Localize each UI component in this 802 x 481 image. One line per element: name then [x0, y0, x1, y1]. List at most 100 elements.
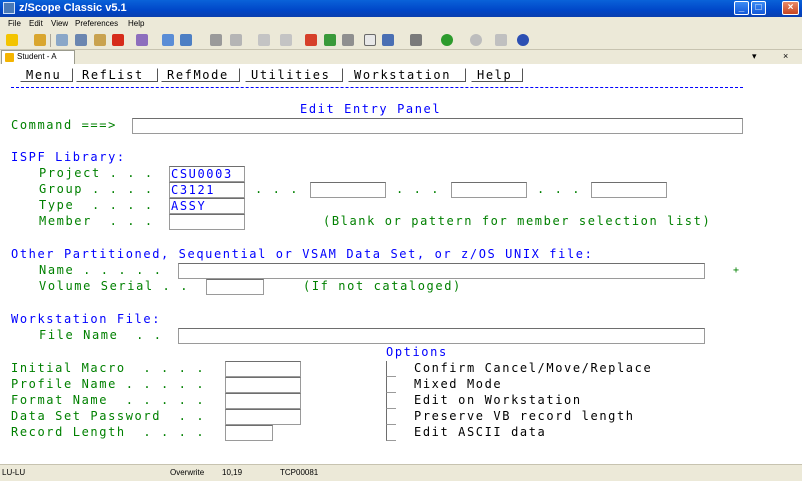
list-icon[interactable] [410, 34, 422, 46]
preserve-vb-option-label: Preserve VB record length [414, 409, 635, 423]
minimize-button[interactable]: _ [734, 1, 749, 15]
close-button[interactable]: × [782, 1, 799, 15]
download-icon[interactable] [180, 34, 192, 46]
tab-list-arrow-icon[interactable]: ▾ [752, 51, 757, 62]
delete-icon[interactable] [112, 34, 124, 46]
chart-icon[interactable] [382, 34, 394, 46]
edit-ascii-option-label: Edit ASCII data [414, 425, 547, 439]
edit-workstation-checkbox[interactable] [386, 393, 396, 409]
edit-ascii-checkbox[interactable] [386, 425, 396, 441]
group-dots-1: . . . [255, 182, 300, 196]
ispf-menu-workstation[interactable]: Workstation [348, 68, 466, 82]
edit-workstation-option-label: Edit on Workstation [414, 393, 582, 407]
status-cursor: 10,19 [222, 468, 243, 477]
format-name-field[interactable] [225, 393, 301, 409]
macro-icon[interactable] [136, 34, 148, 46]
volume-hint: (If not cataloged) [303, 279, 462, 293]
preserve-vb-checkbox[interactable] [386, 409, 396, 425]
group-field-3[interactable] [451, 182, 527, 198]
initial-macro-field[interactable] [225, 361, 301, 377]
member-field[interactable] [169, 214, 245, 230]
menu-preferences[interactable]: Preferences [75, 18, 118, 30]
session-tab[interactable]: Student - A [1, 50, 75, 64]
group-dots-2: . . . [396, 182, 441, 196]
profile-name-label: Profile Name . . . . . [11, 377, 206, 391]
stop-icon[interactable] [470, 34, 482, 46]
record-icon[interactable] [305, 34, 317, 46]
go-icon[interactable] [441, 34, 453, 46]
status-bar: LU-LU Overwrite 10,19 TCP00081 [0, 464, 802, 481]
name-label: Name . . . . . [39, 263, 163, 277]
open-folder-icon[interactable] [34, 34, 46, 46]
confirm-option-label: Confirm Cancel/Move/Replace [414, 361, 653, 375]
other-dataset-heading: Other Partitioned, Sequential or VSAM Da… [11, 247, 594, 261]
window-title: z/Scope Classic v5.1 [19, 2, 127, 14]
menu-file[interactable]: File [8, 18, 21, 30]
ispf-menu-menu[interactable]: Menu [20, 68, 73, 82]
unlink-icon[interactable] [280, 34, 292, 46]
command-input[interactable] [132, 118, 743, 134]
link-icon[interactable] [258, 34, 270, 46]
print-icon[interactable] [210, 34, 222, 46]
app-icon [3, 2, 15, 14]
confirm-checkbox[interactable] [386, 361, 396, 377]
initial-macro-label: Initial Macro . . . . [11, 361, 206, 375]
connect-icon[interactable] [6, 34, 18, 46]
play-icon[interactable] [324, 34, 336, 46]
project-field[interactable]: CSU0003 [169, 166, 245, 182]
volume-serial-label: Volume Serial . . [39, 279, 190, 293]
copy-icon[interactable] [56, 34, 68, 46]
file-name-field[interactable] [178, 328, 705, 344]
menu-view[interactable]: View [51, 18, 68, 30]
mixed-mode-option-label: Mixed Mode [414, 377, 503, 391]
group-field-1[interactable]: C3121 [169, 182, 245, 198]
help-icon[interactable] [517, 34, 529, 46]
status-device: TCP00081 [280, 468, 319, 477]
menu-help[interactable]: Help [128, 18, 144, 30]
cut-icon[interactable] [75, 34, 87, 46]
menu-edit[interactable]: Edit [29, 18, 43, 30]
toolbar-separator [50, 34, 51, 47]
name-plus: + [733, 265, 741, 276]
dataset-name-field[interactable] [178, 263, 705, 279]
data-set-password-field[interactable] [225, 409, 301, 425]
volume-serial-field[interactable] [206, 279, 264, 295]
panel-title: Edit Entry Panel [300, 102, 442, 116]
tab-close-icon[interactable]: × [783, 51, 788, 61]
maximize-button[interactable]: □ [751, 1, 766, 15]
session-icon [5, 53, 14, 62]
mixed-mode-checkbox[interactable] [386, 377, 396, 393]
member-hint: (Blank or pattern for member selection l… [323, 214, 712, 228]
transfer-icon[interactable] [162, 34, 174, 46]
terminal-screen[interactable]: Menu RefList RefMode Utilities Workstati… [0, 64, 802, 464]
keyboard-icon[interactable] [342, 34, 354, 46]
group-label: Group . . . . [39, 182, 154, 196]
group-field-2[interactable] [310, 182, 386, 198]
record-length-field[interactable] [225, 425, 273, 441]
data-set-password-label: Data Set Password . . [11, 409, 206, 423]
file-name-label: File Name . . [39, 328, 163, 342]
record-length-label: Record Length . . . . [11, 425, 206, 439]
session-tab-label: Student - A [17, 52, 57, 61]
paste-icon[interactable] [94, 34, 106, 46]
screen-icon[interactable] [364, 34, 376, 46]
ispf-menu-reflist[interactable]: RefList [76, 68, 158, 82]
group-field-4[interactable] [591, 182, 667, 198]
group-dots-3: . . . [537, 182, 582, 196]
format-name-label: Format Name . . . . . [11, 393, 206, 407]
profile-name-field[interactable] [225, 377, 301, 393]
ispf-menu-help[interactable]: Help [471, 68, 523, 82]
refresh-icon[interactable] [495, 34, 507, 46]
ispf-menu-utilities[interactable]: Utilities [245, 68, 343, 82]
ispf-menu-refmode[interactable]: RefMode [161, 68, 240, 82]
menu-bar: File Edit View Preferences Help [0, 17, 802, 31]
command-label: Command ===> [11, 118, 117, 132]
application-window: z/Scope Classic v5.1 _ □ × File Edit Vie… [0, 0, 802, 481]
session-tab-bar: Student - A ▾ × [0, 50, 802, 64]
menu-divider [11, 87, 743, 88]
type-field[interactable]: ASSY [169, 198, 245, 214]
title-bar[interactable]: z/Scope Classic v5.1 _ □ × [0, 0, 802, 17]
settings-icon[interactable] [230, 34, 242, 46]
project-label: Project . . . [39, 166, 154, 180]
status-mode: Overwrite [170, 468, 205, 477]
